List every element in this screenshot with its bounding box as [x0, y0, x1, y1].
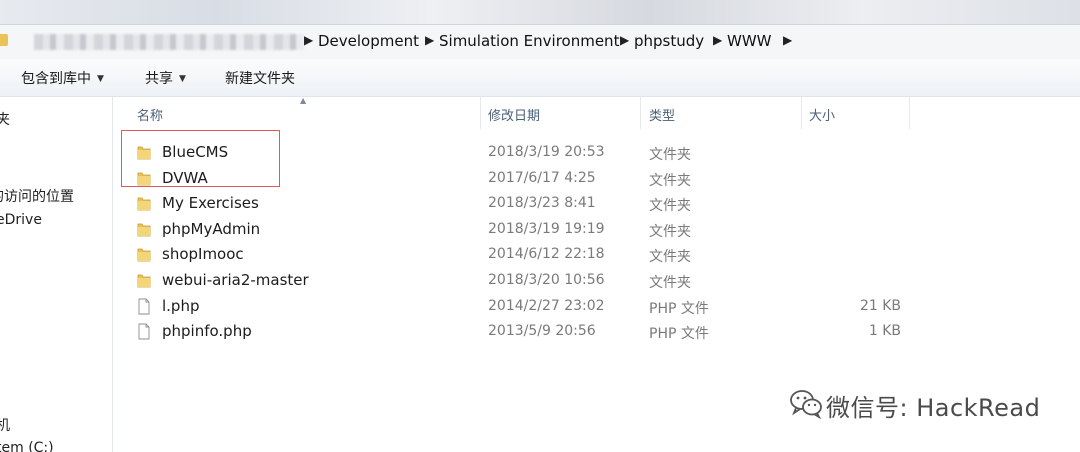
column-header-name[interactable]: 名称 — [137, 105, 163, 124]
file-modified: 2018/3/23 8:41 — [488, 195, 596, 212]
file-size: 1 KB — [868, 323, 901, 340]
breadcrumb-dropdown-icon[interactable]: ▶ — [783, 33, 792, 47]
column-divider[interactable] — [909, 97, 910, 129]
sort-ascending-icon: ▲ — [300, 96, 307, 105]
blurred-path-segment — [34, 34, 304, 50]
file-modified: 2018/3/19 19:19 — [488, 220, 605, 237]
file-type: 文件夹 — [649, 198, 691, 215]
breadcrumb-separator-icon: ▶ — [304, 33, 314, 47]
chevron-down-icon: ▼ — [179, 74, 186, 84]
file-name: l.php — [162, 296, 200, 315]
file-name: phpinfo.php — [162, 322, 252, 341]
nav-item-computer[interactable]: 机 — [0, 415, 10, 435]
file-name: phpMyAdmin — [162, 219, 261, 238]
file-modified: 2014/2/27 23:02 — [488, 297, 605, 314]
highlight-box — [121, 130, 280, 187]
file-type: 文件夹 — [649, 147, 691, 163]
file-modified: 2017/6/17 4:25 — [488, 169, 596, 186]
file-size: 21 KB — [859, 297, 901, 314]
column-header-size[interactable]: 大小 — [809, 105, 835, 124]
column-divider[interactable] — [480, 97, 481, 129]
folder-icon — [137, 195, 151, 212]
wechat-icon — [790, 390, 822, 419]
folder-icon — [137, 272, 151, 289]
file-type: 文件夹 — [649, 172, 691, 189]
folder-icon — [0, 34, 8, 46]
file-row[interactable]: l.php 2014/2/27 23:02 PHP 文件 21 KB — [113, 294, 1080, 319]
breadcrumb-www[interactable]: WWW — [727, 32, 772, 50]
share-label: 共享 — [145, 71, 173, 87]
chevron-down-icon: ▼ — [97, 74, 104, 84]
breadcrumb-development[interactable]: Development — [318, 32, 419, 50]
breadcrumb-separator-icon: ▶ — [713, 33, 723, 47]
file-type: 文件夹 — [649, 275, 691, 291]
file-row[interactable]: phpinfo.php 2013/5/9 20:56 PHP 文件 1 KB — [113, 319, 1080, 344]
column-header-type[interactable]: 类型 — [649, 105, 675, 124]
file-icon — [137, 298, 151, 315]
breadcrumb-simulation-environment[interactable]: Simulation Environment — [439, 32, 619, 50]
file-icon — [137, 323, 151, 340]
column-divider[interactable] — [640, 97, 641, 129]
file-row[interactable]: phpMyAdmin 2018/3/19 19:19 文件夹 — [113, 217, 1080, 242]
file-type: 文件夹 — [649, 249, 691, 266]
folder-icon — [137, 221, 151, 238]
file-type: 文件夹 — [649, 223, 691, 240]
file-name: shopImooc — [162, 245, 244, 264]
file-modified: 2014/6/12 22:18 — [488, 246, 605, 263]
share-button[interactable]: 共享 ▼ — [145, 68, 186, 88]
file-modified: 2013/5/9 20:56 — [488, 323, 596, 340]
new-folder-button[interactable]: 新建文件夹 — [225, 68, 295, 88]
breadcrumb-separator-icon: ▶ — [620, 33, 630, 47]
watermark-text: 微信号: HackRead — [826, 394, 1041, 422]
file-name: My Exercises — [162, 194, 259, 213]
file-row[interactable]: shopImooc 2014/6/12 22:18 文件夹 — [113, 242, 1080, 267]
include-in-library-label: 包含到库中 — [21, 71, 91, 87]
file-row[interactable]: My Exercises 2018/3/23 8:41 文件夹 — [113, 191, 1080, 216]
file-type: PHP 文件 — [649, 300, 709, 317]
nav-item-recent-places[interactable]: 的访问的位置 — [0, 186, 74, 206]
file-modified: 2018/3/20 10:56 — [488, 272, 605, 288]
nav-item-favorites[interactable]: 夹 — [0, 109, 10, 129]
file-row[interactable]: webui-aria2-master 2018/3/20 10:56 文件夹 — [113, 268, 1080, 293]
file-name: webui-aria2-master — [162, 271, 309, 289]
address-bar[interactable]: ▶ Development ▶ Simulation Environment ▶… — [0, 24, 1080, 60]
command-toolbar: 包含到库中 ▼ 共享 ▼ 新建文件夹 — [0, 59, 1080, 97]
nav-item-system-drive[interactable]: tem (C:) — [0, 440, 54, 452]
blurred-window-top — [0, 0, 1080, 24]
navigation-pane: 夹 的访问的位置 eDrive 机 tem (C:) — [0, 97, 113, 452]
breadcrumb-phpstudy[interactable]: phpstudy — [634, 32, 704, 50]
file-type: PHP 文件 — [649, 326, 709, 343]
breadcrumb-separator-icon: ▶ — [425, 33, 435, 47]
file-modified: 2018/3/19 20:53 — [488, 144, 605, 160]
folder-icon — [137, 246, 151, 263]
include-in-library-button[interactable]: 包含到库中 ▼ — [21, 68, 104, 88]
column-divider[interactable] — [801, 97, 802, 129]
column-header-row: ▲ 名称 修改日期 类型 大小 — [113, 96, 1080, 129]
nav-item-onedrive[interactable]: eDrive — [0, 212, 42, 228]
column-header-modified[interactable]: 修改日期 — [488, 105, 540, 124]
